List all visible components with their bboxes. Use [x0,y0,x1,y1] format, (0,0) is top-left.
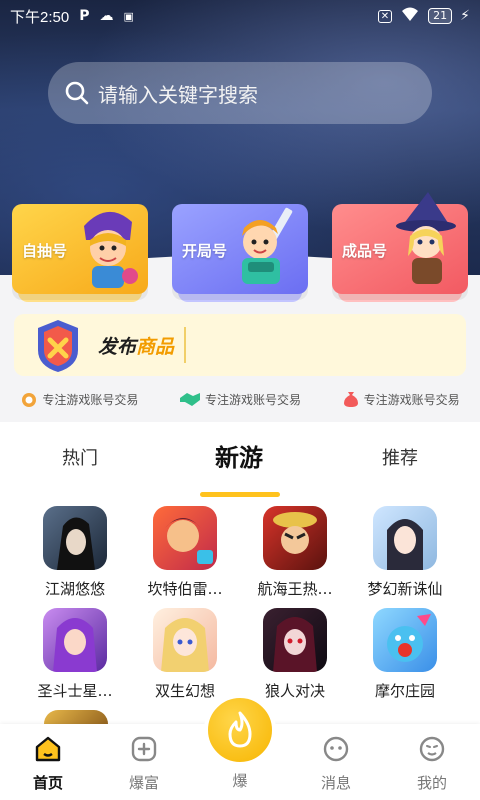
game-item[interactable]: 坎特伯雷… [130,506,240,599]
nav-mine[interactable]: 我的 [392,734,472,793]
moneybag-icon [343,392,358,407]
character-illustration [396,192,456,284]
home-icon [35,736,61,762]
tab-indicator [200,492,280,497]
category-label: 开局号 [182,242,228,260]
game-icon [373,506,437,570]
handshake-icon [179,393,200,406]
game-icon [153,608,217,672]
publish-label: 发布商品 [98,335,175,358]
game-item[interactable]: 梦幻新诛仙 [350,506,460,599]
profile-icon [419,736,445,762]
charging-icon: ⚡ [460,8,470,24]
character-illustration [84,211,138,288]
shield-icon [38,320,78,372]
game-item[interactable]: 航海王热… [240,506,350,599]
tab-bar: 热门 新游 推荐 [0,438,480,497]
nav-label: 消息 [320,774,351,792]
nav-label: 爆 [232,772,248,790]
wifi-icon [400,6,420,26]
game-name: 梦幻新诛仙 [367,580,443,598]
tab-hot[interactable]: 热门 [62,444,98,470]
feature-item: 专注游戏账号交易 [20,390,138,408]
publish-goods-banner[interactable]: 发布商品 [14,314,466,376]
game-icon [373,608,437,672]
message-icon [323,736,349,762]
sim-icon: ✕ [377,9,393,23]
category-card-finished[interactable]: 成品号 [332,192,468,294]
nav-home[interactable]: 首页 [8,734,88,793]
bao-fab-button[interactable] [204,694,276,766]
status-bar: 下午2:50 P ☁ ▣ ✕ 21 ⚡ [0,0,480,32]
parking-icon: P [79,8,90,24]
category-label: 成品号 [342,242,388,260]
character-illustration [242,207,293,284]
game-icon [153,506,217,570]
game-item[interactable]: 双生幻想 [130,608,240,701]
category-card-self-draw[interactable]: 自抽号 [12,204,148,294]
game-item[interactable]: 圣斗士星… [20,608,130,701]
add-square-icon [131,736,157,762]
status-time: 下午2:50 [10,8,70,26]
nav-label: 首页 [32,774,63,792]
feature-strip: 专注游戏账号交易 专注游戏账号交易 专注游戏账号交易 [0,386,480,412]
game-name: 坎特伯雷… [147,580,223,598]
game-name: 江湖悠悠 [44,580,105,598]
search-input[interactable]: 请输入关键字搜索 [48,62,432,124]
publish-divider [184,327,187,363]
game-name: 航海王热… [257,580,333,598]
game-icon [43,506,107,570]
weather-icon: ☁ [99,8,114,24]
category-label: 自抽号 [22,242,68,260]
tab-new-games[interactable]: 新游 [215,438,263,473]
flame-icon [228,711,252,748]
medal-icon [22,393,37,407]
nav-label: 我的 [416,774,447,792]
feature-item: 专注游戏账号交易 [342,390,460,408]
game-item[interactable]: 狼人对决 [240,608,350,701]
nav-messages[interactable]: 消息 [296,734,376,793]
search-placeholder: 请输入关键字搜索 [98,82,258,107]
nav-label: 爆富 [128,774,159,792]
game-item[interactable]: 江湖悠悠 [20,506,130,599]
feature-item: 专注游戏账号交易 [179,390,301,408]
game-item[interactable]: 摩尔庄园 [350,608,460,701]
nav-baofu[interactable]: 爆富 [104,734,184,793]
game-name: 圣斗士星… [37,682,113,700]
game-icon [43,608,107,672]
category-card-starter[interactable]: 开局号 [172,204,308,294]
game-icon [263,608,327,672]
game-name: 摩尔庄园 [374,682,435,700]
game-icon [263,506,327,570]
search-icon [65,81,89,105]
battery-indicator: 21 [428,8,453,24]
game-panel: 热门 新游 推荐 江湖悠悠 坎特伯雷… 航海王热… 梦幻新诛仙 圣斗士星… 双生… [0,422,480,734]
notification-icon: ▣ [123,9,134,23]
tab-recommended[interactable]: 推荐 [382,444,418,470]
